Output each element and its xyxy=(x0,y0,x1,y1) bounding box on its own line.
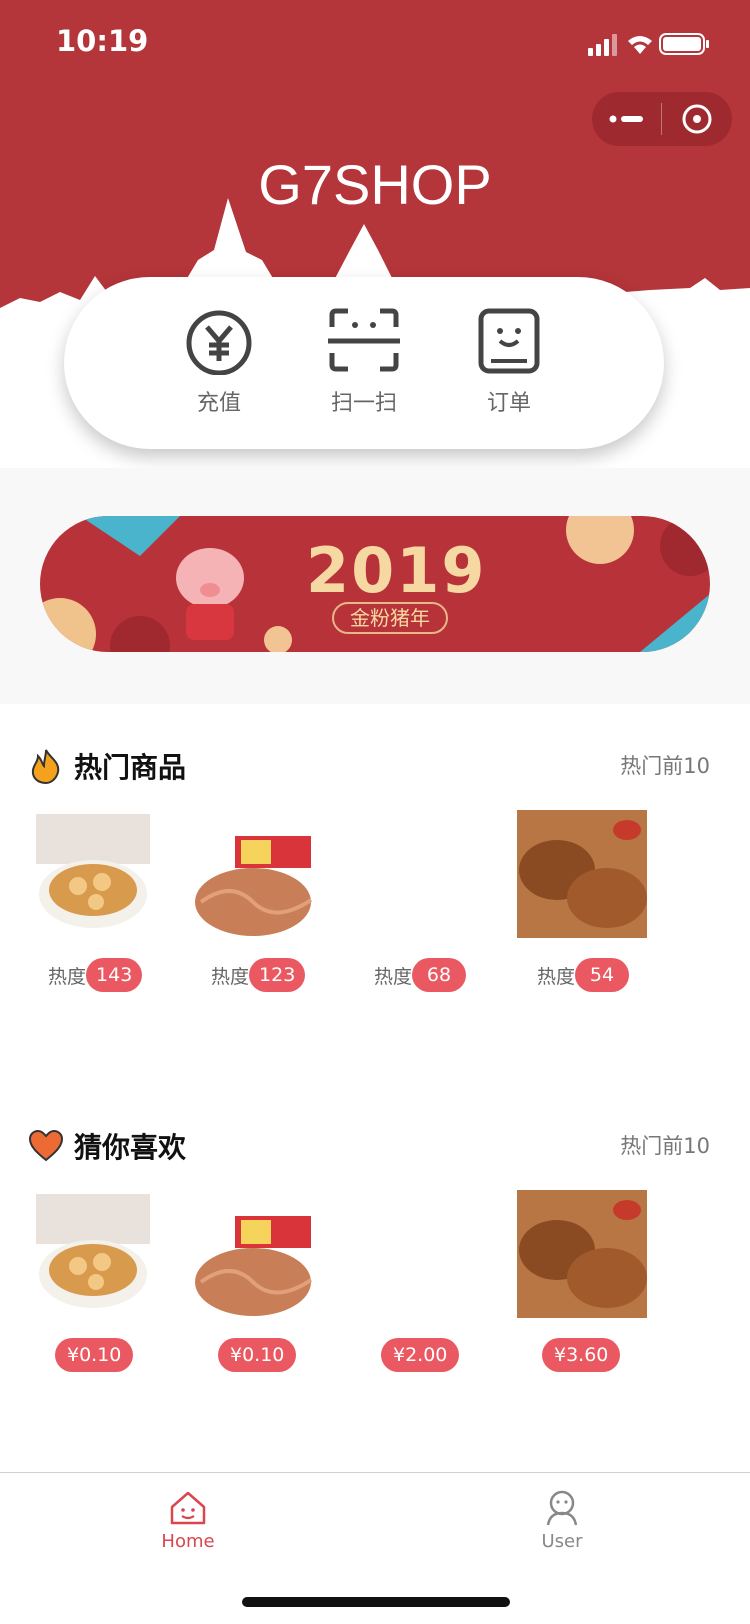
status-icons xyxy=(588,33,709,56)
product-thumbnail xyxy=(36,1194,150,1308)
scan-icon xyxy=(328,308,400,372)
heat-count-badge: 68 xyxy=(412,958,467,992)
like-section-header: 猜你喜欢 热门前10 xyxy=(28,1126,722,1166)
quick-action-recharge[interactable]: 充值 xyxy=(164,305,274,417)
hot-section-more-link[interactable]: 热门前10 xyxy=(620,750,710,780)
product-thumbnail xyxy=(195,1216,313,1316)
mini-program-capsule xyxy=(592,92,732,146)
quick-actions-card: 充值 扫一扫 订单 xyxy=(64,277,664,449)
heat-indicator: 热度 123 xyxy=(211,958,306,992)
status-time: 10:19 xyxy=(56,24,149,58)
heat-indicator: 热度 54 xyxy=(537,958,630,992)
heat-count-badge: 54 xyxy=(575,958,630,992)
tab-home[interactable]: Home xyxy=(128,1489,248,1552)
yuan-icon xyxy=(186,310,252,375)
banner-tagline: 金粉猪年 xyxy=(332,602,448,634)
product-thumbnail xyxy=(517,810,647,938)
tab-home-label: Home xyxy=(161,1531,215,1552)
tab-user-label: User xyxy=(541,1531,583,1552)
hot-section-header: 热门商品 热门前10 xyxy=(28,746,722,786)
flame-icon xyxy=(31,749,60,784)
more-dots-icon xyxy=(609,115,643,123)
more-button[interactable] xyxy=(592,92,661,146)
home-indicator xyxy=(242,1597,510,1607)
like-section-more-link[interactable]: 热门前10 xyxy=(620,1130,710,1160)
order-icon xyxy=(478,308,540,374)
heat-label: 热度 xyxy=(374,965,413,988)
quick-action-label: 扫一扫 xyxy=(330,391,397,416)
close-circle-icon xyxy=(682,104,712,134)
user-icon xyxy=(546,1490,578,1526)
price-badge: ¥2.00 xyxy=(381,1338,460,1372)
app-title: G7SHOP xyxy=(258,153,492,216)
heat-count-badge: 143 xyxy=(86,958,143,992)
heat-indicator: 热度 143 xyxy=(48,958,143,992)
hot-section-title: 热门商品 xyxy=(74,751,187,784)
tab-user[interactable]: User xyxy=(502,1489,622,1552)
product-thumbnail xyxy=(195,836,313,936)
quick-action-orders[interactable]: 订单 xyxy=(454,305,564,417)
product-thumbnail xyxy=(517,1190,647,1318)
heat-label: 热度 xyxy=(211,965,250,988)
quick-action-label: 充值 xyxy=(196,391,241,416)
price-badge: ¥3.60 xyxy=(542,1338,621,1372)
price-badge: ¥0.10 xyxy=(218,1338,297,1372)
product-thumbnail xyxy=(36,814,150,928)
heat-label: 热度 xyxy=(537,965,576,988)
heat-label: 热度 xyxy=(48,965,87,988)
heat-count-badge: 123 xyxy=(249,958,306,992)
home-icon xyxy=(170,1491,206,1525)
close-button[interactable] xyxy=(662,92,732,146)
heat-indicator: 热度 68 xyxy=(374,958,467,992)
promo-banner[interactable]: 2019 金粉猪年 xyxy=(40,516,710,652)
price-badge: ¥0.10 xyxy=(55,1338,134,1372)
quick-action-label: 订单 xyxy=(486,391,531,416)
quick-action-scan[interactable]: 扫一扫 xyxy=(309,305,419,417)
heart-icon xyxy=(28,1129,64,1162)
banner-year: 2019 xyxy=(306,534,487,607)
like-section-title: 猜你喜欢 xyxy=(74,1131,187,1164)
